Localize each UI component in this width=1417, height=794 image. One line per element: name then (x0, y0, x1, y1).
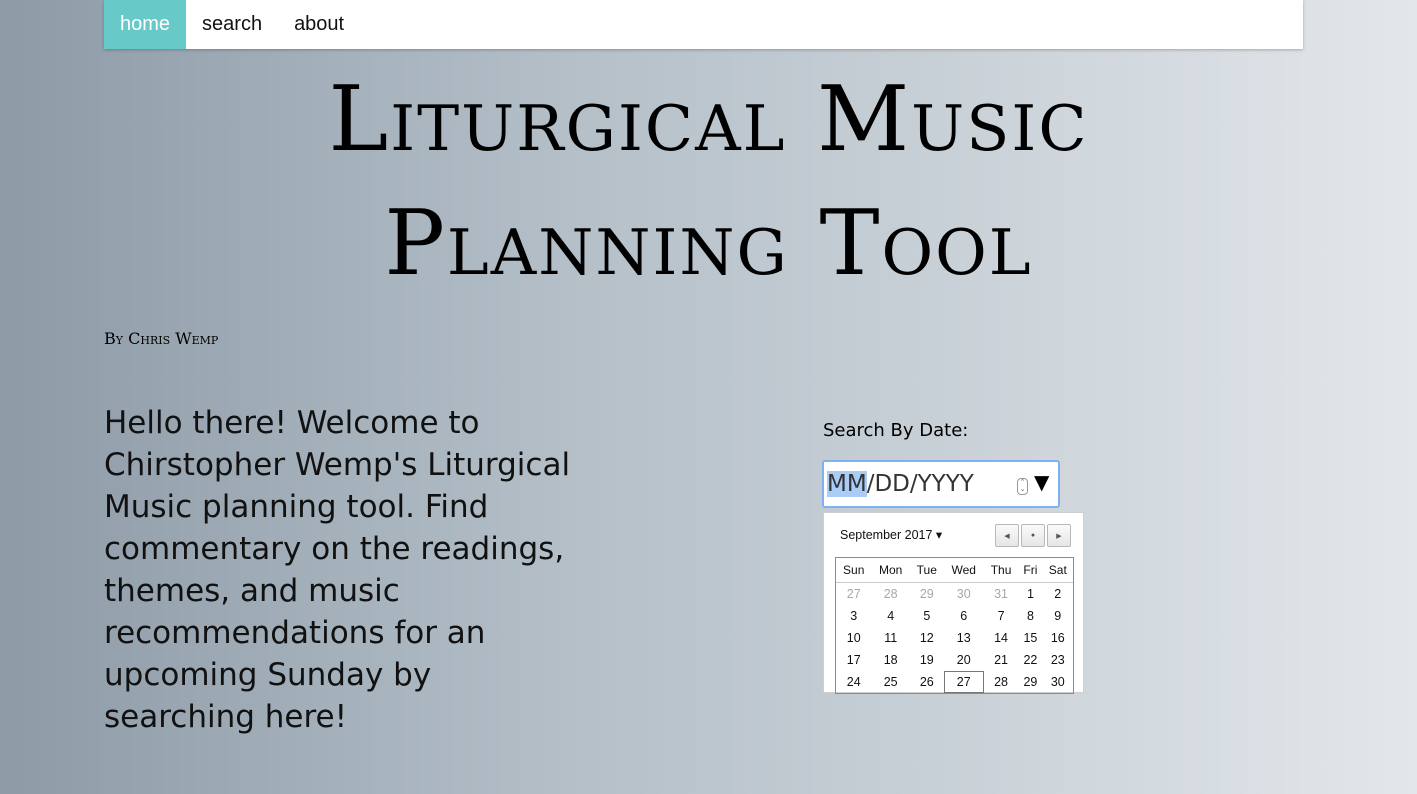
weekday-header: Fri (1018, 558, 1043, 583)
intro-text: Hello there! Welcome to Chirstopher Wemp… (104, 405, 571, 735)
calendar-day[interactable]: 12 (910, 627, 944, 649)
calendar-day[interactable]: 16 (1043, 627, 1073, 649)
calendar-day[interactable]: 15 (1018, 627, 1042, 649)
calendar-day[interactable]: 21 (984, 649, 1018, 671)
dropdown-arrow-icon[interactable]: ▼ (1034, 470, 1049, 494)
nav-about[interactable]: about (278, 0, 360, 49)
calendar-day[interactable]: 28 (984, 671, 1018, 693)
prev-month-button[interactable]: ◀ (995, 524, 1019, 547)
calendar-day[interactable]: 31 (984, 583, 1018, 606)
weekday-header: Wed (943, 558, 984, 583)
calendar-day[interactable]: 1 (1018, 583, 1042, 606)
calendar-week-row: 10 11 12 13 14 15 16 (836, 627, 1073, 649)
calendar-day[interactable]: 19 (910, 649, 944, 671)
calendar-day[interactable]: 11 (871, 627, 909, 649)
calendar-week-row: 17 18 19 20 21 22 23 (836, 649, 1073, 671)
calendar-day[interactable]: 30 (944, 583, 984, 606)
date-month-segment[interactable]: MM (827, 471, 867, 497)
top-nav: home search about (104, 0, 1303, 49)
next-month-button[interactable]: ▶ (1047, 524, 1071, 547)
calendar-day[interactable]: 17 (836, 649, 871, 671)
byline: By Chris Wemp (104, 329, 219, 348)
date-rest-segments[interactable]: /DD/YYYY (867, 471, 974, 497)
page-title-line2: Planning Tool (384, 191, 1033, 296)
weekday-header: Sat (1042, 558, 1073, 583)
date-picker-popup: September 2017 ▾ ◀ ● ▶ Sun Mon Tue Wed Thu Fr… (823, 512, 1084, 694)
search-by-date-label: Search By Date: (823, 420, 969, 441)
calendar-day[interactable]: 4 (871, 605, 909, 627)
calendar-day[interactable]: 18 (871, 649, 909, 671)
calendar-day[interactable]: 10 (836, 627, 871, 649)
calendar-day[interactable]: 5 (910, 605, 944, 627)
calendar-day[interactable]: 2 (1043, 583, 1073, 606)
spinner-icon[interactable]: ⌃ ⌄ (1017, 478, 1028, 495)
calendar-grid: Sun Mon Tue Wed Thu Fri Sat 27 28 29 30 31 1 2 3 4 5 6 7 8… (835, 557, 1074, 694)
calendar-week-row: 27 28 29 30 31 1 2 (836, 583, 1073, 606)
weekday-header: Mon (871, 558, 910, 583)
date-input[interactable]: MM/DD/YYYY ⌃ ⌄ ▼ (822, 460, 1060, 508)
calendar-week-row: 3456789 (836, 605, 1073, 627)
calendar-day[interactable]: 6 (944, 605, 984, 627)
calendar-day[interactable]: 9 (1043, 605, 1073, 627)
calendar-day[interactable]: 22 (1018, 649, 1042, 671)
nav-search[interactable]: search (186, 0, 278, 49)
page-title: Liturgical Music Planning Tool (0, 58, 1417, 306)
calendar-day[interactable]: 14 (984, 627, 1018, 649)
calendar-day[interactable]: 23 (1043, 649, 1073, 671)
today-button[interactable]: ● (1021, 524, 1045, 547)
calendar-day[interactable]: 27 (943, 671, 984, 693)
calendar-day[interactable]: 28 (871, 583, 909, 606)
calendar-day[interactable]: 26 (910, 671, 944, 693)
calendar-day[interactable]: 30 (1043, 671, 1073, 693)
calendar-day[interactable]: 27 (836, 583, 871, 606)
calendar-day[interactable]: 25 (871, 671, 909, 693)
month-selector[interactable]: September 2017 ▾ (840, 527, 942, 542)
weekday-header: Tue (909, 558, 944, 583)
calendar-day[interactable]: 3 (836, 605, 871, 627)
calendar-day[interactable]: 7 (984, 605, 1018, 627)
calendar-week-row: 24 25 26 27 28 29 30 (836, 671, 1073, 693)
calendar-day[interactable]: 29 (910, 583, 944, 606)
nav-home[interactable]: home (104, 0, 187, 49)
calendar-day[interactable]: 20 (944, 649, 984, 671)
page-title-line1: Liturgical Music (328, 67, 1089, 172)
calendar-day[interactable]: 24 (836, 671, 871, 693)
weekday-header: Sun (836, 558, 872, 583)
calendar-day[interactable]: 8 (1018, 605, 1042, 627)
calendar-day[interactable]: 13 (944, 627, 984, 649)
weekday-header: Thu (983, 558, 1019, 583)
calendar-day[interactable]: 29 (1018, 671, 1042, 693)
